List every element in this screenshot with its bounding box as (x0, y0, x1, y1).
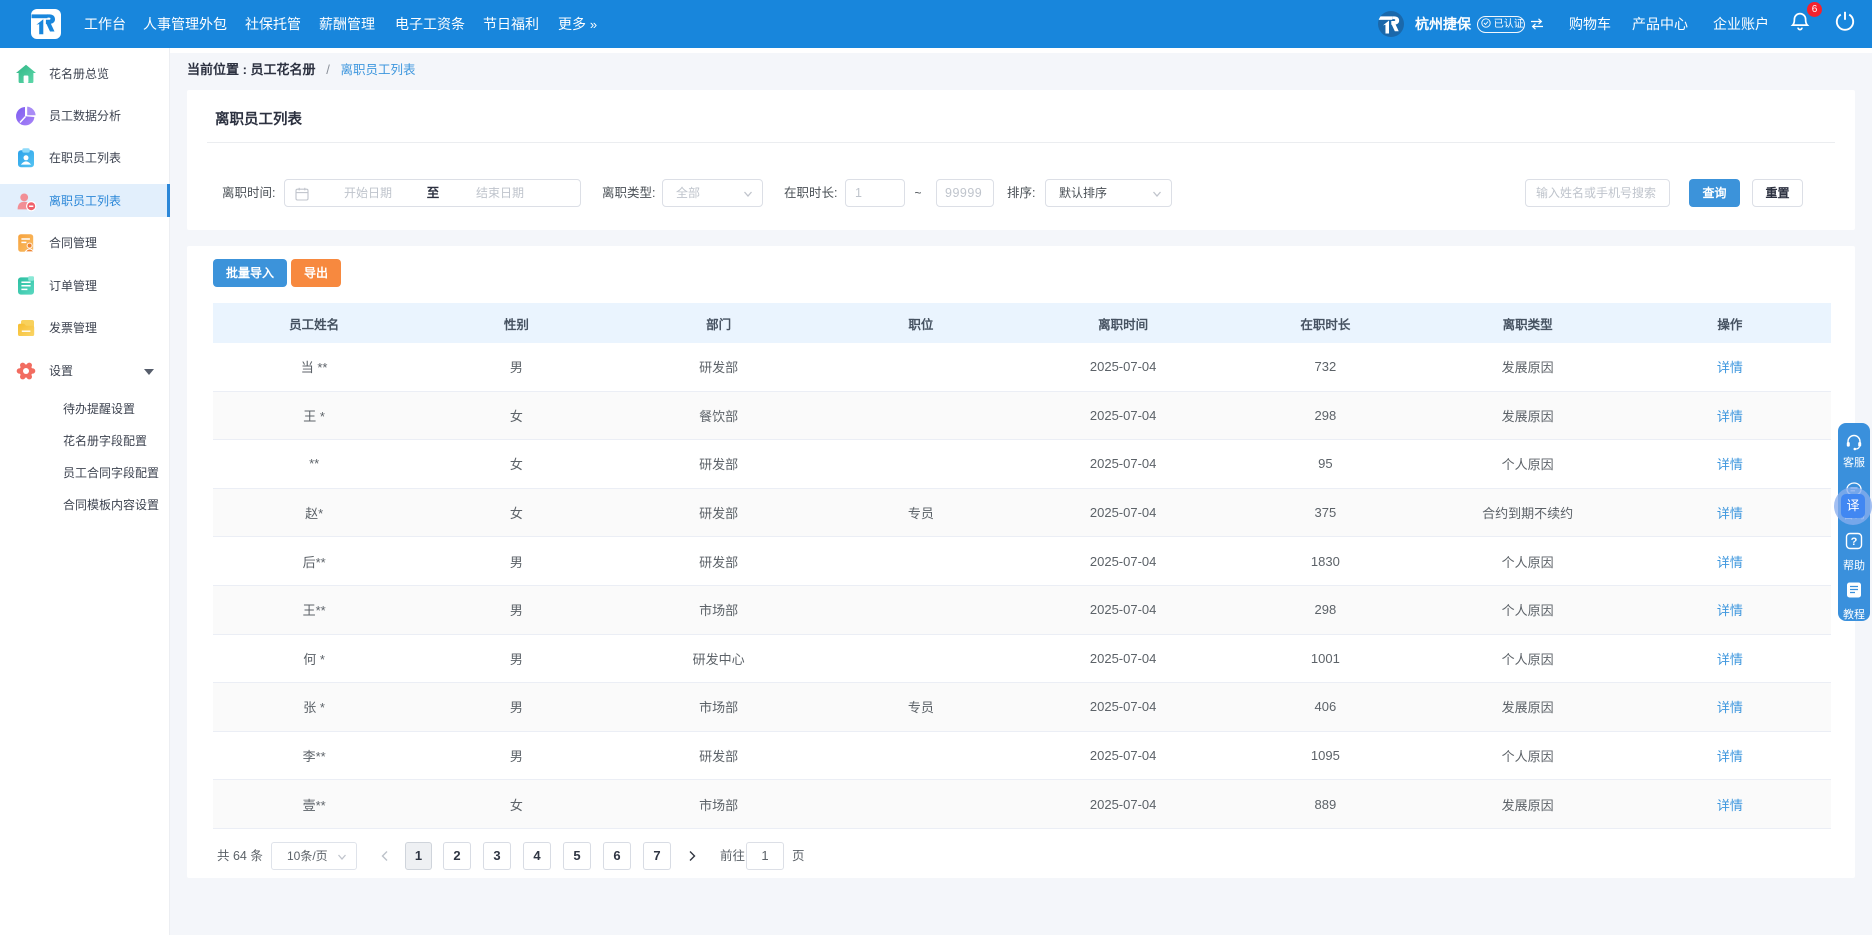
svg-text:?: ? (1851, 536, 1858, 548)
